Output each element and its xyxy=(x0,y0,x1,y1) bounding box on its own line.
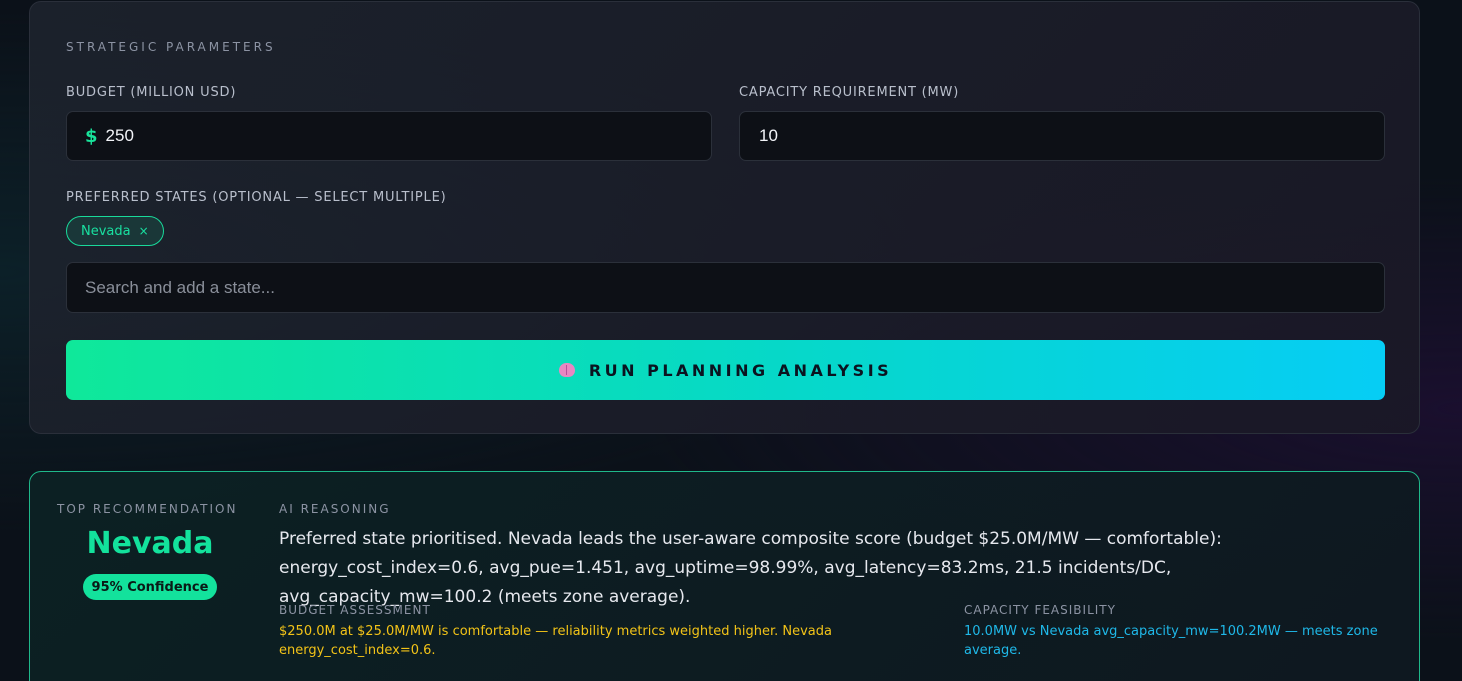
confidence-badge: 95% Confidence xyxy=(83,574,217,600)
remove-chip-icon[interactable]: × xyxy=(139,224,149,238)
ai-reasoning-text: Preferred state prioritised. Nevada lead… xyxy=(279,529,1222,607)
budget-label: BUDGET (MILLION USD) xyxy=(66,85,237,100)
dollar-icon: $ xyxy=(85,125,98,147)
state-search-input[interactable] xyxy=(66,262,1385,313)
run-button-label: RUN PLANNING ANALYSIS xyxy=(588,360,893,380)
state-chip-nevada: Nevada × xyxy=(66,216,164,246)
recommended-state: Nevada xyxy=(86,526,214,561)
ai-reasoning-label: AI REASONING xyxy=(279,502,391,516)
capacity-label: CAPACITY REQUIREMENT (MW) xyxy=(739,85,960,100)
top-recommendation-label: TOP RECOMMENDATION xyxy=(57,502,238,516)
brain-icon xyxy=(558,363,575,377)
capacity-feasibility-text: 10.0MW vs Nevada avg_capacity_mw=100.2MW… xyxy=(964,624,1378,658)
capacity-feasibility-label: CAPACITY FEASIBILITY xyxy=(964,603,1116,617)
capacity-value[interactable]: 10 xyxy=(759,126,778,146)
recommendation-panel: TOP RECOMMENDATION Nevada 95% Confidence… xyxy=(29,471,1420,681)
section-title: STRATEGIC PARAMETERS xyxy=(66,40,276,54)
capacity-input[interactable]: 10 xyxy=(739,111,1385,161)
budget-assessment-text: $250.0M at $25.0M/MW is comfortable — re… xyxy=(279,624,832,658)
strategic-parameters-panel: STRATEGIC PARAMETERS BUDGET (MILLION USD… xyxy=(29,1,1420,434)
run-planning-analysis-button[interactable]: RUN PLANNING ANALYSIS xyxy=(66,340,1385,400)
budget-assessment-label: BUDGET ASSESSMENT xyxy=(279,603,431,617)
state-chip-label: Nevada xyxy=(81,223,131,239)
preferred-states-label: PREFERRED STATES (OPTIONAL — SELECT MULT… xyxy=(66,190,447,205)
budget-value[interactable]: 250 xyxy=(106,126,134,146)
budget-input[interactable]: $ 250 xyxy=(66,111,712,161)
